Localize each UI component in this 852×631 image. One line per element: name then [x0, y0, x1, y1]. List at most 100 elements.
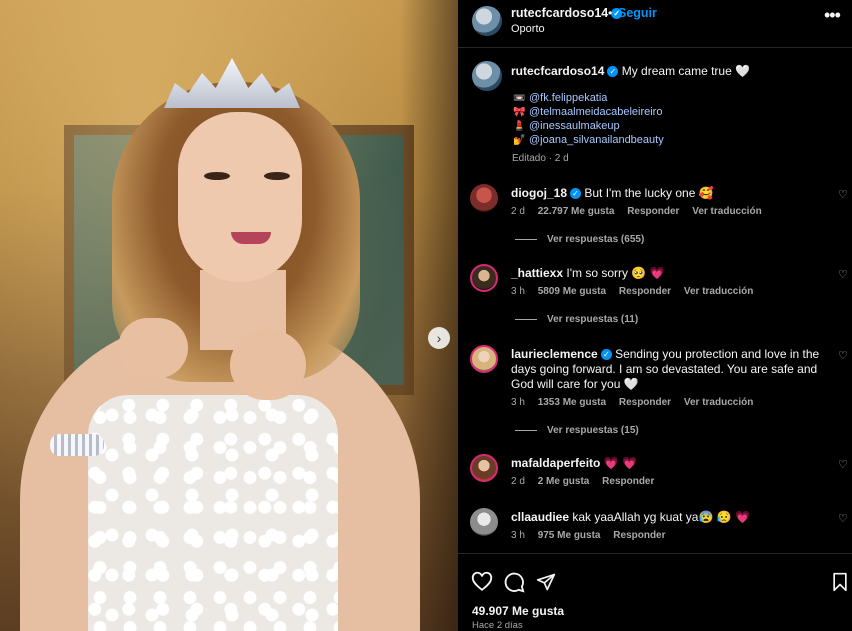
comment-time: 2 d [511, 476, 525, 487]
bride-hand-right [230, 330, 306, 400]
view-replies-label[interactable]: Ver respuestas (15) [547, 425, 639, 436]
comment-username[interactable]: laurieclemence [511, 347, 598, 361]
bride-hand-left [118, 318, 188, 378]
tag-link[interactable]: @telmaalmeidacabeleireiro [529, 106, 662, 118]
comment-body: mafaldaperfeito 💗 💗 [511, 456, 831, 471]
view-replies-label[interactable]: Ver respuestas (655) [547, 234, 644, 245]
heart-outline-icon[interactable]: ♡ [838, 458, 848, 471]
tag-link[interactable]: @inessaulmakeup [529, 120, 620, 132]
next-photo-button[interactable]: › [428, 327, 450, 349]
verified-badge-icon: ✓ [570, 188, 582, 199]
comment-username[interactable]: mafaldaperfeito [511, 456, 600, 470]
replies-line [515, 429, 537, 431]
more-options-icon[interactable]: ••• [824, 6, 841, 24]
caption: rutecfcardoso14 ✓ My dream came true 🤍 [511, 64, 750, 78]
heart-outline-icon[interactable]: ♡ [838, 512, 848, 525]
heart-outline-icon[interactable]: ♡ [838, 349, 848, 362]
ribbon-icon: 🎀 [513, 107, 526, 118]
commenter-avatar[interactable] [470, 264, 498, 292]
reply-button[interactable]: Responder [613, 530, 665, 541]
post-photo[interactable]: › [0, 0, 458, 631]
reply-button[interactable]: Responder [619, 397, 671, 408]
comment-meta: 3 h 975 Me gusta Responder [511, 530, 676, 541]
comment-username[interactable]: _hattiexx [511, 266, 563, 280]
chevron-right-icon: › [436, 330, 442, 346]
comment-username[interactable]: diogoj_18 [511, 186, 567, 200]
comment-body: laurieclemence ✓ Sending you protection a… [511, 347, 831, 392]
comment-meta: 3 h 5809 Me gusta Responder Ver traducci… [511, 286, 763, 297]
tag-link[interactable]: @fk.felippekatia [529, 92, 607, 104]
view-replies-button[interactable]: Ver respuestas (11) [515, 314, 638, 325]
comment-body: diogoj_18 ✓ But I'm the lucky one 🥰 [511, 186, 831, 201]
bride-lips [231, 232, 271, 244]
tag-link[interactable]: @joana_silvanailandbeauty [529, 134, 664, 146]
bride-eye-left [204, 172, 230, 180]
commenter-avatar[interactable] [470, 454, 498, 482]
comment-time: 3 h [511, 286, 525, 297]
translate-button[interactable]: Ver traducción [684, 286, 753, 297]
commenter-avatar[interactable] [470, 184, 498, 212]
share-icon[interactable] [534, 570, 558, 594]
heart-outline-icon[interactable]: ♡ [838, 268, 848, 281]
nail-polish-icon: 💅 [513, 135, 526, 146]
author-username[interactable]: rutecfcardoso14 [511, 6, 608, 20]
post-like-count[interactable]: 49.907 Me gusta [472, 604, 564, 618]
caption-username[interactable]: rutecfcardoso14 [511, 64, 604, 78]
caption-tag-line: 📼 @fk.felippekatia [513, 92, 607, 104]
bride-eye-right [264, 172, 290, 180]
translate-button[interactable]: Ver traducción [692, 206, 761, 217]
bracelet [50, 434, 104, 456]
post-time: Hace 2 días [472, 620, 523, 631]
bride-face [178, 112, 302, 282]
author-username-row[interactable]: rutecfcardoso14 ✓ [511, 6, 623, 20]
translate-button[interactable]: Ver traducción [684, 397, 753, 408]
reply-button[interactable]: Responder [627, 206, 679, 217]
heart-icon[interactable] [470, 570, 494, 594]
comment-text: I'm so sorry 🥺 💗 [566, 266, 665, 280]
caption-avatar[interactable] [472, 61, 502, 91]
comment-likes[interactable]: 22.797 Me gusta [538, 206, 615, 217]
caption-text: My dream came true 🤍 [621, 64, 751, 78]
comment-likes[interactable]: 5809 Me gusta [538, 286, 606, 297]
comment-time: 2 d [511, 206, 525, 217]
view-replies-button[interactable]: Ver respuestas (15) [515, 425, 639, 436]
caption-tag-line: 🎀 @telmaalmeidacabeleireiro [513, 106, 662, 118]
view-replies-label[interactable]: Ver respuestas (11) [547, 314, 638, 325]
comment-text: But I'm the lucky one 🥰 [584, 186, 714, 200]
comment-meta: 2 d 22.797 Me gusta Responder Ver traduc… [511, 206, 772, 217]
heart-outline-icon[interactable]: ♡ [838, 188, 848, 201]
caption-tag-line: 💄 @inessaulmakeup [513, 120, 620, 132]
comment-meta: 3 h 1353 Me gusta Responder Ver traducci… [511, 397, 763, 408]
wedding-dress [88, 395, 338, 631]
lipstick-icon: 💄 [513, 121, 526, 132]
comment-username[interactable]: cllaaudiee [511, 510, 569, 524]
post-location[interactable]: Oporto [511, 23, 545, 35]
post-header: rutecfcardoso14 ✓ • Seguir Oporto ••• [458, 0, 852, 48]
reply-button[interactable]: Responder [602, 476, 654, 487]
bookmark-icon[interactable] [828, 570, 852, 594]
view-replies-button[interactable]: Ver respuestas (655) [515, 234, 644, 245]
comments-scroll[interactable]: rutecfcardoso14 ✓ My dream came true 🤍 📼 @… [458, 48, 852, 553]
author-avatar[interactable] [472, 6, 502, 36]
comment-time: 3 h [511, 530, 525, 541]
comment-likes[interactable]: 2 Me gusta [538, 476, 590, 487]
comment-body: cllaaudiee kak yaaAllah yg kuat ya😰 😥 💗 [511, 510, 831, 525]
caption-edited-time: Editado · 2 d [512, 153, 569, 164]
videotape-icon: 📼 [513, 93, 526, 104]
comment-text: kak yaaAllah yg kuat ya😰 😥 💗 [572, 510, 750, 524]
comment-likes[interactable]: 975 Me gusta [538, 530, 601, 541]
post-actions: 49.907 Me gusta Hace 2 días [458, 553, 852, 631]
comment-meta: 2 d 2 Me gusta Responder [511, 476, 664, 487]
replies-line [515, 318, 537, 320]
comment-body: _hattiexx I'm so sorry 🥺 💗 [511, 266, 831, 281]
caption-tag-line: 💅 @joana_silvanailandbeauty [513, 134, 664, 146]
follow-button[interactable]: Seguir [618, 6, 657, 20]
commenter-avatar[interactable] [470, 508, 498, 536]
commenter-avatar[interactable] [470, 345, 498, 373]
separator-dot: • [608, 6, 613, 20]
comment-likes[interactable]: 1353 Me gusta [538, 397, 606, 408]
comment-icon[interactable] [502, 570, 526, 594]
comment-text: 💗 💗 [603, 456, 637, 470]
reply-button[interactable]: Responder [619, 286, 671, 297]
comment-time: 3 h [511, 397, 525, 408]
